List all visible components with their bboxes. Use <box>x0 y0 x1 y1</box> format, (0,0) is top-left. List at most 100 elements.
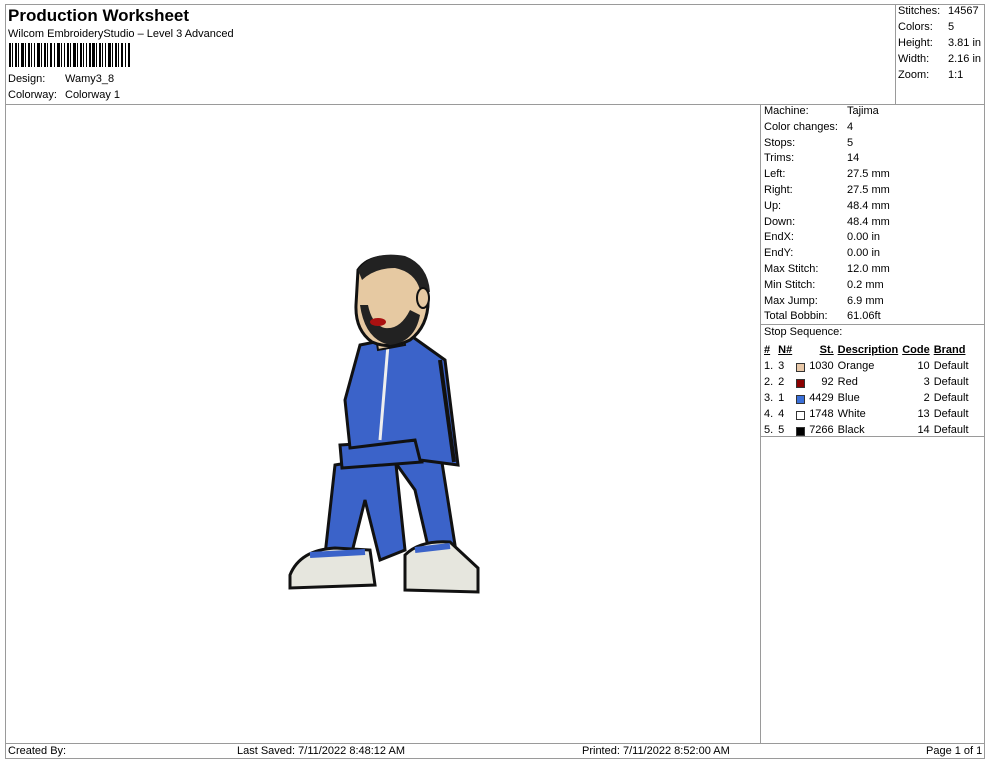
stop-number: 2. <box>764 376 774 388</box>
thread-brand: Default <box>933 424 969 436</box>
page-title: Production Worksheet <box>8 6 190 25</box>
detail-label: EndX: <box>764 231 794 244</box>
embroidery-design-preview <box>288 254 480 594</box>
detail-value: 0.00 in <box>847 247 881 260</box>
detail-value: 48.4 mm <box>847 215 890 228</box>
detail-label: Total Bobbin: <box>764 310 828 323</box>
needle-number: 3 <box>778 360 785 372</box>
summary-value: 1:1 <box>948 69 964 81</box>
summary-value: 2.16 in <box>948 53 982 65</box>
stop-sequence-title: Stop Sequence: <box>764 326 843 338</box>
thread-brand: Default <box>933 392 969 404</box>
col-st-header: St. <box>819 344 834 356</box>
col-brand-header: Brand <box>933 344 966 356</box>
detail-value: 61.06ft <box>847 310 881 323</box>
detail-value: 14 <box>847 152 860 165</box>
detail-value: 4 <box>847 120 854 133</box>
summary-value: 3.81 in <box>948 37 982 49</box>
last-saved: Last Saved: 7/11/2022 8:48:12 AM <box>237 745 405 757</box>
stop-number: 3. <box>764 392 774 404</box>
colorway-label: Colorway: <box>8 89 57 101</box>
color-code: 10 <box>917 360 930 372</box>
col-num-header: # <box>764 344 771 356</box>
thread-brand: Default <box>933 360 969 372</box>
needle-number: 5 <box>778 424 785 436</box>
detail-label: Machine: <box>764 105 809 117</box>
color-description: White <box>837 408 866 420</box>
color-code: 3 <box>923 376 930 388</box>
footer-divider <box>5 743 985 744</box>
color-description: Red <box>837 376 858 388</box>
color-swatch <box>796 363 806 372</box>
stop-sequence-table: # N# St. Description Code Brand 1. 3 1030 O… <box>762 342 971 438</box>
barcode-icon <box>9 43 130 67</box>
summary-label: Width: <box>898 53 930 65</box>
sidebar-divider <box>760 104 761 743</box>
detail-value: 5 <box>847 136 854 149</box>
detail-label: Trims: <box>764 152 795 165</box>
design-label: Design: <box>8 73 46 85</box>
col-n-header: N# <box>778 344 793 356</box>
design-value: Wamy3_8 <box>65 73 115 85</box>
stitch-count: 92 <box>821 376 834 388</box>
color-swatch <box>796 427 806 436</box>
detail-value: 0.00 in <box>847 231 881 244</box>
needle-number: 2 <box>778 376 785 388</box>
color-swatch <box>796 395 806 404</box>
detail-label: Down: <box>764 215 796 228</box>
detail-value: 6.9 mm <box>847 294 884 307</box>
stitch-count: 1030 <box>809 360 834 372</box>
summary-value: 14567 <box>948 5 979 17</box>
color-code: 14 <box>917 424 930 436</box>
summary-divider <box>895 4 896 104</box>
detail-label: Max Stitch: <box>764 263 819 275</box>
stop-row: 4. 4 1748 White 13 Default <box>762 406 971 422</box>
created-by: Created By: <box>8 745 67 757</box>
thread-brand: Default <box>933 408 969 420</box>
col-code-header: Code <box>902 344 930 356</box>
printed-date: Printed: 7/11/2022 8:52:00 AM <box>582 745 730 757</box>
detail-value: 27.5 mm <box>847 168 890 181</box>
detail-value: 27.5 mm <box>847 184 890 196</box>
detail-label: Up: <box>764 199 782 212</box>
stop-row: 3. 1 4429 Blue 2 Default <box>762 390 971 406</box>
detail-value: 12.0 mm <box>847 263 890 275</box>
detail-label: Stops: <box>764 136 796 149</box>
thread-brand: Default <box>933 376 969 388</box>
stitch-count: 1748 <box>809 408 834 420</box>
summary-label: Stitches: <box>898 5 941 17</box>
summary-value: 5 <box>948 21 955 33</box>
color-swatch <box>796 379 806 388</box>
detail-label: Left: <box>764 168 786 181</box>
detail-label: Max Jump: <box>764 294 818 307</box>
stop-sequence-header: # N# St. Description Code Brand <box>762 342 971 358</box>
stop-row: 2. 2 92 Red 3 Default <box>762 374 971 390</box>
stitch-count: 7266 <box>809 424 834 436</box>
colorway-value: Colorway 1 <box>65 89 121 101</box>
stop-number: 5. <box>764 424 774 436</box>
needle-number: 4 <box>778 408 785 420</box>
color-description: Black <box>837 424 865 436</box>
detail-label: Color changes: <box>764 120 838 133</box>
stitch-count: 4429 <box>809 392 834 404</box>
detail-value: Tajima <box>847 105 879 117</box>
summary-label: Height: <box>898 37 933 49</box>
detail-value: 0.2 mm <box>847 278 884 291</box>
software-name: Wilcom EmbroideryStudio – Level 3 Advanc… <box>8 28 234 40</box>
color-description: Blue <box>837 392 860 404</box>
page-number: Page 1 of 1 <box>926 745 983 757</box>
stop-row: 1. 3 1030 Orange 10 Default <box>762 358 971 374</box>
stop-number: 4. <box>764 408 774 420</box>
details-divider <box>760 324 985 325</box>
stop-row: 5. 5 7266 Black 14 Default <box>762 422 971 438</box>
header-divider <box>5 104 985 105</box>
color-code: 13 <box>917 408 930 420</box>
color-description: Orange <box>837 360 875 372</box>
summary-label: Zoom: <box>898 69 930 81</box>
detail-label: Min Stitch: <box>764 278 816 291</box>
detail-value: 48.4 mm <box>847 199 890 212</box>
detail-label: Right: <box>764 184 793 196</box>
needle-number: 1 <box>778 392 785 404</box>
stop-number: 1. <box>764 360 774 372</box>
color-swatch <box>796 411 806 420</box>
